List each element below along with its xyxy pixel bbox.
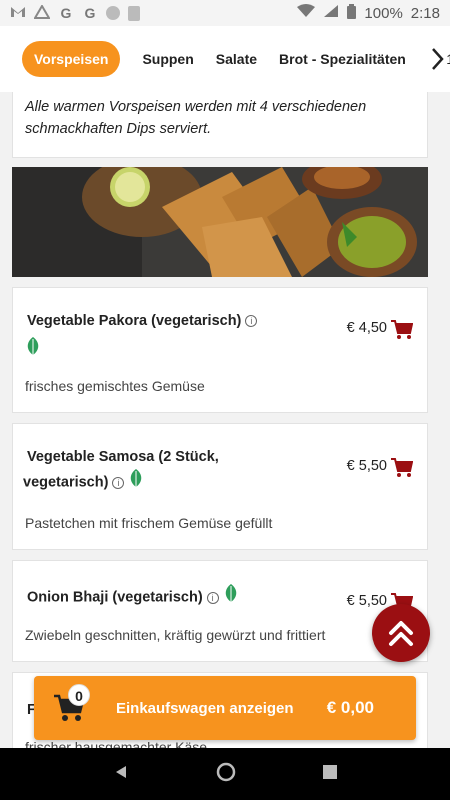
info-icon[interactable]: i [206, 591, 219, 604]
gmail-icon [10, 5, 26, 21]
triangle-icon [33, 4, 51, 21]
info-icon[interactable]: i [112, 476, 125, 489]
item-title-line2: vegetarisch) i [23, 468, 144, 497]
battery-percent: 100% [364, 4, 403, 22]
vegetarian-leaf-icon [128, 468, 144, 497]
item-title-line1: Vegetable Samosa (2 Stück, [27, 449, 219, 465]
tab-salate[interactable]: Salate [216, 41, 257, 77]
tab-brot-spezialitaeten[interactable]: Brot - Spezialitäten [279, 41, 406, 77]
tab-overflow[interactable]: 1 [446, 51, 450, 67]
google-icon: G [84, 5, 96, 21]
clock: 2:18 [410, 4, 440, 22]
wifi-icon [297, 4, 316, 22]
category-nav: Vorspeisen Suppen Salate Brot - Speziali… [0, 26, 450, 92]
chevron-right-icon[interactable] [426, 44, 448, 74]
view-cart-button[interactable]: 0 Einkaufswagen anzeigen € 0,00 [34, 676, 416, 740]
item-description: Pastetchen mit frischem Gemüse gefüllt [25, 515, 273, 531]
vegetarian-leaf-icon [223, 583, 239, 612]
category-banner-image [12, 167, 428, 277]
item-title: Onion Bhaji (vegetarisch) i [27, 583, 239, 612]
sd-card-icon [128, 5, 140, 21]
tab-vorspeisen[interactable]: Vorspeisen [22, 41, 121, 77]
battery-icon [347, 3, 357, 23]
scroll-to-top-button[interactable] [372, 604, 430, 662]
signal-icon [323, 4, 339, 22]
item-price: € 5,50 [346, 458, 387, 474]
system-nav-bar [0, 748, 450, 800]
cart-count-badge: 0 [68, 684, 90, 706]
item-description: Zwiebeln geschnitten, kräftig gewürzt un… [25, 627, 326, 643]
info-icon[interactable]: i [245, 315, 258, 328]
cart-icon-group: 0 [34, 676, 104, 740]
item-description: frisches gemischtes Gemüse [25, 378, 205, 394]
home-icon[interactable] [216, 762, 236, 787]
item-title: Vegetable Pakora (vegetarisch) i [27, 308, 258, 334]
item-price: € 4,50 [346, 320, 387, 336]
back-icon[interactable] [113, 764, 129, 785]
menu-item[interactable]: Vegetable Pakora (vegetarisch) i € 4,50 f… [12, 287, 428, 413]
vegetarian-leaf-icon [25, 336, 41, 361]
tab-suppen[interactable]: Suppen [142, 41, 193, 77]
intro-text: Alle warmen Vorspeisen werden mit 4 vers… [25, 99, 367, 137]
cart-total: € 0,00 [326, 698, 374, 717]
menu-item[interactable]: Vegetable Samosa (2 Stück, vegetarisch) i… [12, 423, 428, 550]
google-icon: G [60, 5, 72, 21]
add-to-cart-icon[interactable] [391, 320, 414, 340]
double-chevron-up-icon [389, 621, 413, 646]
item-description: frischer hausgemachter Käse [25, 739, 208, 748]
add-to-cart-icon[interactable] [391, 458, 414, 478]
status-bar: G G 100% 2:18 [0, 0, 450, 26]
recents-icon[interactable] [322, 764, 337, 784]
cart-label: Einkaufswagen anzeigen [116, 699, 294, 717]
circle-icon [106, 6, 120, 20]
item-price: € 5,50 [346, 593, 387, 609]
category-intro: Alle warmen Vorspeisen werden mit 4 vers… [12, 92, 428, 158]
menu-item[interactable]: Onion Bhaji (vegetarisch) i € 5,50 Zwiebe… [12, 560, 428, 662]
